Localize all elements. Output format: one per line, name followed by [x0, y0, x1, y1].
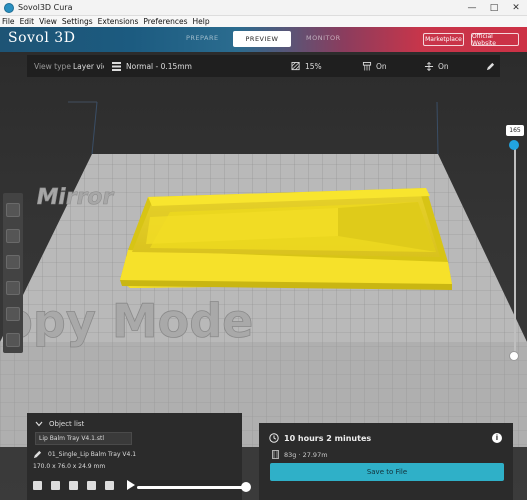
app-icon [4, 2, 14, 13]
material-usage: 83g · 27.97m [284, 450, 328, 459]
menu-bar: File Edit View Settings Extensions Prefe… [0, 16, 527, 27]
rotate-tool-icon[interactable] [6, 255, 20, 269]
object-list-panel: Object list Lip Balm Tray V4.1.stl 01_Si… [27, 413, 251, 500]
adhesion-icon [424, 61, 434, 71]
menu-help[interactable]: Help [193, 17, 210, 26]
view-toolbar: View type Layer view Normal - 0.15mm 15%… [27, 55, 500, 77]
view-type-value: Layer view [73, 61, 104, 71]
profile-selector[interactable]: Normal - 0.15mm [112, 55, 192, 77]
model-lip-balm-tray [120, 188, 452, 290]
view-3d-icon[interactable] [33, 480, 42, 490]
close-icon[interactable]: ✕ [505, 0, 527, 16]
menu-view[interactable]: View [39, 17, 57, 26]
bed-text-mirror: Mirror [34, 184, 116, 210]
layers-icon [112, 61, 121, 71]
per-model-settings-icon[interactable] [6, 307, 20, 321]
bed-text-happy: ppy Mode [0, 294, 253, 348]
official-website-button[interactable]: Official Website [471, 33, 519, 47]
menu-extensions[interactable]: Extensions [98, 17, 139, 26]
play-icon[interactable] [127, 480, 135, 490]
adhesion-value: On [438, 61, 449, 71]
save-to-file-button[interactable]: Save to File [270, 463, 504, 481]
view-type-select[interactable]: Layer view [73, 55, 104, 77]
menu-settings[interactable]: Settings [62, 17, 93, 26]
stage-preview[interactable]: PREVIEW [233, 31, 291, 47]
infill-value: 15% [305, 61, 322, 71]
view-type-label: View type [34, 61, 71, 71]
stage-prepare[interactable]: PREPARE [186, 34, 219, 42]
layer-number[interactable]: 165 [506, 125, 524, 136]
view-right-icon[interactable] [105, 480, 114, 490]
infill-icon [291, 61, 300, 70]
object-list-item[interactable]: Lip Balm Tray V4.1.stl [35, 432, 132, 445]
object-name-row[interactable]: 01_Single_Lip Balm Tray V4.1 [33, 450, 136, 459]
edit-settings-button[interactable] [486, 55, 495, 77]
object-file-name: Lip Balm Tray V4.1.stl [39, 435, 105, 442]
window-title: Sovol3D Cura [18, 3, 73, 12]
layer-slider-track[interactable] [514, 144, 516, 356]
app-header: Sovol 3D PREPARE PREVIEW MONITOR Marketp… [0, 27, 527, 52]
path-slider-handle[interactable] [241, 482, 251, 492]
adhesion-setting[interactable]: On [424, 55, 449, 77]
camera-view-buttons [33, 480, 135, 490]
filament-icon [272, 450, 279, 459]
title-bar: Sovol3D Cura — □ ✕ [0, 0, 527, 16]
material-row: 83g · 27.97m [272, 450, 328, 459]
print-time: 10 hours 2 minutes [284, 433, 372, 443]
stage-monitor[interactable]: MONITOR [306, 34, 341, 42]
clock-icon [269, 433, 279, 443]
minimize-icon[interactable]: — [461, 0, 483, 16]
support-setting[interactable]: On [362, 55, 387, 77]
print-time-row: 10 hours 2 minutes [269, 433, 371, 443]
support-value: On [376, 61, 387, 71]
layer-slider-top-handle[interactable] [509, 140, 519, 150]
brand-logo: Sovol 3D [8, 30, 76, 46]
profile-label: Normal - 0.15mm [126, 61, 192, 71]
view-left-icon[interactable] [87, 480, 96, 490]
layer-slider-bottom-handle[interactable] [509, 351, 519, 361]
view-type-group[interactable]: View type [34, 55, 71, 77]
pencil-icon [33, 450, 42, 459]
move-tool-icon[interactable] [6, 203, 20, 217]
maximize-icon[interactable]: □ [483, 0, 505, 16]
menu-preferences[interactable]: Preferences [143, 17, 187, 26]
support-blocker-icon[interactable] [6, 333, 20, 347]
menu-file[interactable]: File [2, 17, 15, 26]
print-summary-panel: 10 hours 2 minutes 83g · 27.97m i Save t… [259, 423, 513, 500]
edit-icon [486, 62, 495, 70]
object-dimensions: 170.0 x 76.0 x 24.9 mm [33, 463, 106, 470]
left-tool-palette [3, 193, 23, 353]
object-list-label: Object list [49, 420, 85, 428]
mirror-tool-icon[interactable] [6, 281, 20, 295]
path-slider-track[interactable] [137, 486, 247, 489]
support-icon [362, 61, 372, 71]
infill-setting[interactable]: 15% [291, 55, 322, 77]
object-name: 01_Single_Lip Balm Tray V4.1 [48, 451, 137, 458]
info-icon[interactable]: i [492, 433, 502, 443]
menu-edit[interactable]: Edit [20, 17, 35, 26]
view-top-icon[interactable] [69, 480, 78, 490]
scale-tool-icon[interactable] [6, 229, 20, 243]
object-list-toggle[interactable]: Object list [35, 420, 84, 428]
marketplace-button[interactable]: Marketplace [423, 33, 464, 46]
view-front-icon[interactable] [51, 480, 60, 490]
chevron-down-icon [35, 421, 43, 427]
